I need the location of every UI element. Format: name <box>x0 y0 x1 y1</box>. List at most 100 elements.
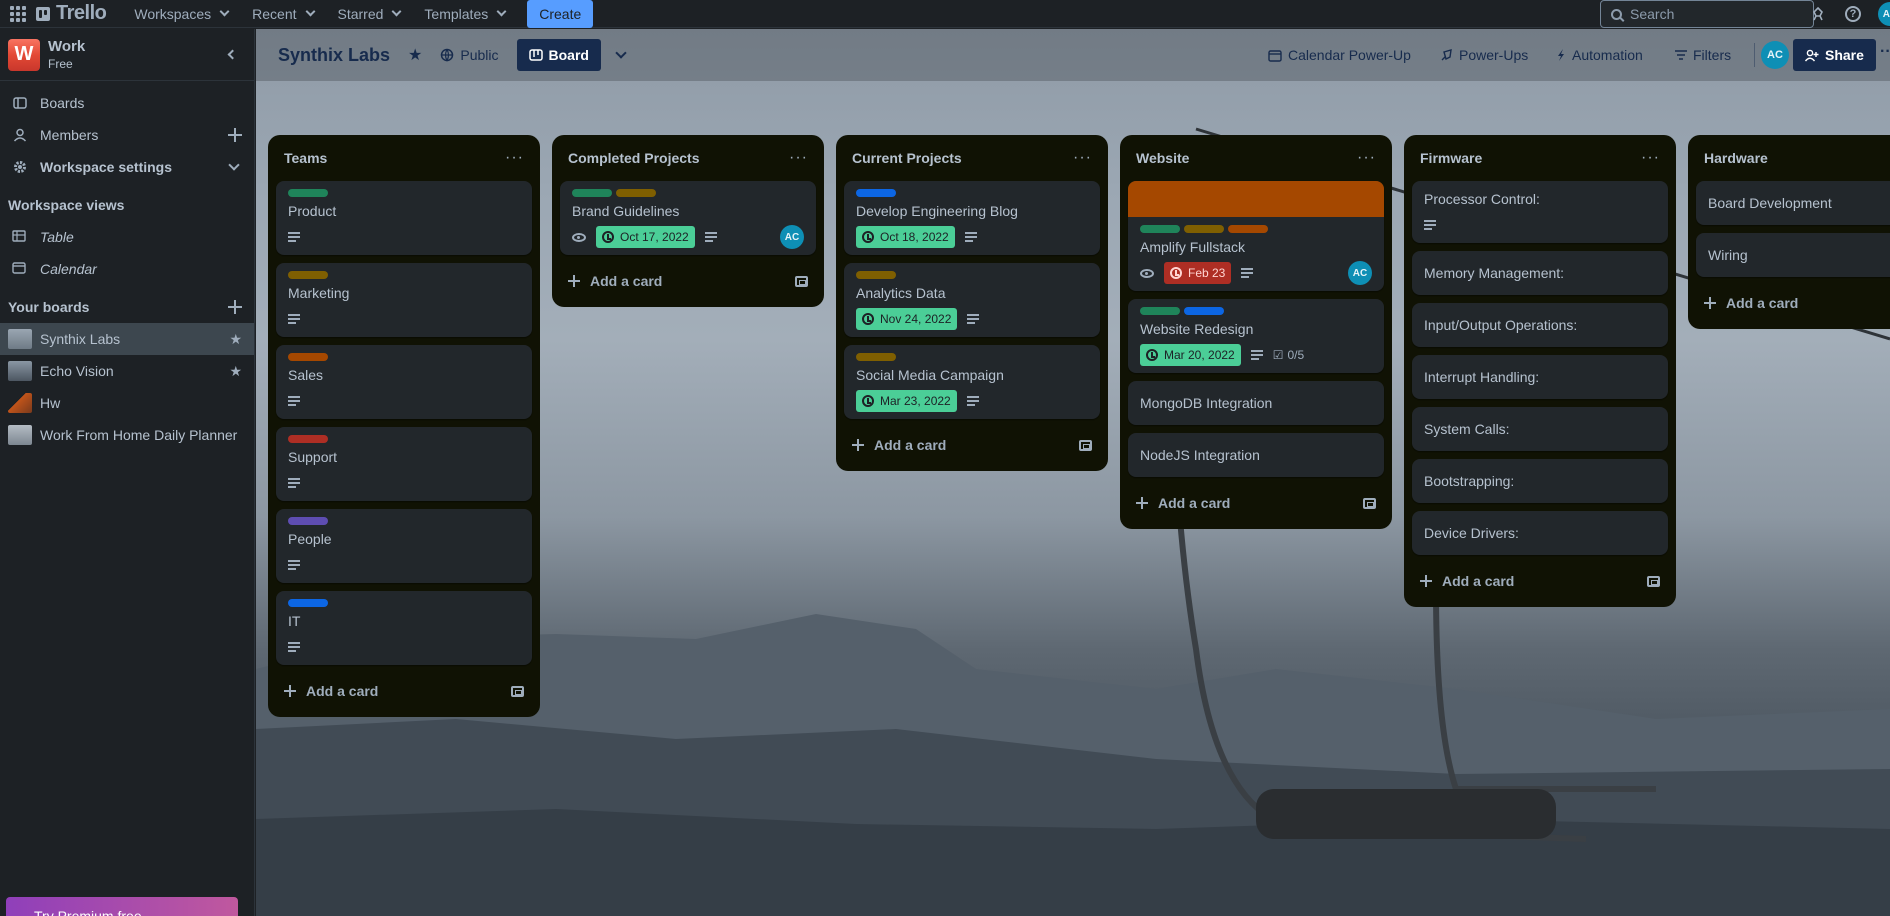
card-label[interactable] <box>288 189 328 197</box>
card[interactable]: Device Drivers: <box>1412 511 1668 555</box>
chevron-down-icon[interactable] <box>615 47 627 59</box>
card[interactable]: Memory Management: <box>1412 251 1668 295</box>
create-button[interactable]: Create <box>527 0 594 28</box>
list-title[interactable]: Website <box>1136 150 1189 166</box>
card-label[interactable] <box>288 353 328 361</box>
sidebar-item-members[interactable]: Members <box>0 119 254 151</box>
nav-recent[interactable]: Recent <box>240 0 325 28</box>
card-label[interactable] <box>288 517 328 525</box>
card[interactable]: System Calls: <box>1412 407 1668 451</box>
workspace-avatar[interactable]: W <box>8 38 40 71</box>
add-board-icon[interactable] <box>228 300 242 314</box>
card[interactable]: Develop Engineering Blog Oct 18, 2022 <box>844 181 1100 255</box>
list-title[interactable]: Teams <box>284 150 327 166</box>
card[interactable]: Amplify Fullstack Feb 23 AC <box>1128 181 1384 291</box>
card-template-icon[interactable] <box>511 685 524 697</box>
visibility-button[interactable]: Public <box>430 39 508 71</box>
list-title[interactable]: Current Projects <box>852 150 962 166</box>
card-label[interactable] <box>1184 225 1224 233</box>
add-card-button[interactable]: Add a card <box>560 263 816 299</box>
card-label[interactable] <box>572 189 612 197</box>
card-label[interactable] <box>1184 307 1224 315</box>
more-icon[interactable]: ··· <box>1880 43 1890 61</box>
card[interactable]: Brand Guidelines Oct 17, 2022 AC <box>560 181 816 255</box>
board-view-button[interactable]: Board <box>516 39 601 71</box>
due-date-badge[interactable]: Feb 23 <box>1164 262 1232 284</box>
more-icon[interactable]: ··· <box>1073 149 1092 167</box>
workspace-name[interactable]: Work <box>48 38 85 55</box>
card-member-avatar[interactable]: AC <box>1348 261 1372 285</box>
card-label[interactable] <box>616 189 656 197</box>
search-input[interactable]: Search <box>1600 0 1814 28</box>
more-icon[interactable]: ··· <box>505 149 524 167</box>
card-label[interactable] <box>288 435 328 443</box>
account-avatar[interactable]: AC <box>1878 2 1890 26</box>
list-title[interactable]: Firmware <box>1420 150 1482 166</box>
card-template-icon[interactable] <box>1079 439 1092 451</box>
card[interactable]: MongoDB Integration <box>1128 381 1384 425</box>
card-template-icon[interactable] <box>795 275 808 287</box>
sidebar-view-table[interactable]: Table <box>0 221 254 253</box>
sidebar-item-boards[interactable]: Boards <box>0 87 254 119</box>
list-title[interactable]: Hardware <box>1704 150 1768 166</box>
add-member-icon[interactable] <box>228 128 242 142</box>
add-card-button[interactable]: Add a card <box>844 427 1100 463</box>
trello-logo[interactable]: Trello <box>36 2 107 25</box>
help-icon[interactable]: ? <box>1843 4 1863 24</box>
try-premium-button[interactable]: Try Premium free <box>6 897 238 916</box>
card[interactable]: Product <box>276 181 532 255</box>
add-card-button[interactable]: Add a card <box>276 673 532 709</box>
add-card-button[interactable]: Add a card <box>1696 285 1890 321</box>
card[interactable]: Board Development <box>1696 181 1890 225</box>
sidebar-board-work-from-home[interactable]: Work From Home Daily Planner <box>0 419 254 451</box>
due-date-badge[interactable]: Oct 17, 2022 <box>596 226 695 248</box>
card-label[interactable] <box>1140 307 1180 315</box>
star-icon[interactable]: ★ <box>408 45 422 65</box>
sidebar-view-calendar[interactable]: Calendar <box>0 253 254 285</box>
card[interactable]: Marketing <box>276 263 532 337</box>
card[interactable]: IT <box>276 591 532 665</box>
card[interactable]: Wiring <box>1696 233 1890 277</box>
star-icon[interactable]: ★ <box>229 331 242 348</box>
card-label[interactable] <box>1228 225 1268 233</box>
share-button[interactable]: Share <box>1793 39 1876 71</box>
collapse-sidebar-button[interactable] <box>218 41 246 69</box>
more-icon[interactable]: ··· <box>1357 149 1376 167</box>
card-label[interactable] <box>856 353 896 361</box>
card[interactable]: Website Redesign Mar 20, 2022 ☑ 0/5 <box>1128 299 1384 373</box>
board-title[interactable]: Synthix Labs <box>268 45 400 66</box>
more-icon[interactable]: ··· <box>789 149 808 167</box>
powerups-button[interactable]: Power-Ups <box>1440 39 1528 71</box>
card[interactable]: Processor Control: <box>1412 181 1668 243</box>
card[interactable]: Input/Output Operations: <box>1412 303 1668 347</box>
card-label[interactable] <box>856 271 896 279</box>
due-date-badge[interactable]: Nov 24, 2022 <box>856 308 958 330</box>
sidebar-item-workspace-settings[interactable]: Workspace settings <box>0 151 254 183</box>
due-date-badge[interactable]: Mar 23, 2022 <box>856 390 957 412</box>
nav-workspaces[interactable]: Workspaces <box>122 0 240 28</box>
card-template-icon[interactable] <box>1363 497 1376 509</box>
card[interactable]: Sales <box>276 345 532 419</box>
notifications-icon[interactable] <box>1808 4 1828 24</box>
card[interactable]: Analytics Data Nov 24, 2022 <box>844 263 1100 337</box>
nav-templates[interactable]: Templates <box>412 0 517 28</box>
card[interactable]: Interrupt Handling: <box>1412 355 1668 399</box>
due-date-badge[interactable]: Mar 20, 2022 <box>1140 344 1241 366</box>
list-title[interactable]: Completed Projects <box>568 150 699 166</box>
card[interactable]: Social Media Campaign Mar 23, 2022 <box>844 345 1100 419</box>
card[interactable]: Bootstrapping: <box>1412 459 1668 503</box>
sidebar-board-hw[interactable]: Hw <box>0 387 254 419</box>
card[interactable]: People <box>276 509 532 583</box>
add-card-button[interactable]: Add a card <box>1128 485 1384 521</box>
card-template-icon[interactable] <box>1647 575 1660 587</box>
nav-starred[interactable]: Starred <box>326 0 413 28</box>
card-label[interactable] <box>288 271 328 279</box>
due-date-badge[interactable]: Oct 18, 2022 <box>856 226 955 248</box>
automation-button[interactable]: Automation <box>1556 39 1643 71</box>
calendar-powerup-button[interactable]: Calendar Power-Up <box>1268 39 1411 71</box>
card[interactable]: Support <box>276 427 532 501</box>
app-switcher-icon[interactable] <box>0 0 36 28</box>
card-label[interactable] <box>1140 225 1180 233</box>
sidebar-board-echo-vision[interactable]: Echo Vision ★ <box>0 355 254 387</box>
card-member-avatar[interactable]: AC <box>780 225 804 249</box>
